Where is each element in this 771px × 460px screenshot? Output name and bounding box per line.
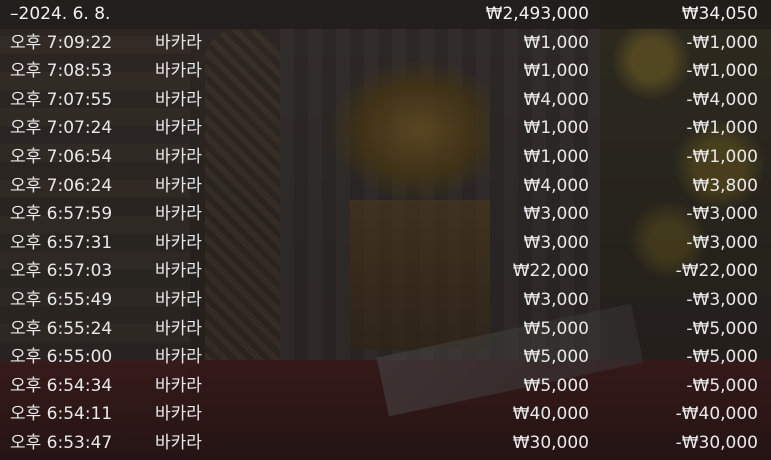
history-row[interactable]: 오후 7:08:53 바카라 ₩1,000 -₩1,000 xyxy=(0,57,771,86)
history-row[interactable]: 오후 7:06:24 바카라 ₩4,000 ₩3,800 xyxy=(0,172,771,201)
row-game: 바카라 xyxy=(155,347,202,368)
row-result: ₩3,800 xyxy=(692,175,758,196)
row-bet: ₩1,000 xyxy=(523,32,589,53)
row-time: 오후 6:55:00 xyxy=(10,347,113,368)
row-result: -₩3,000 xyxy=(686,204,758,225)
row-game: 바카라 xyxy=(155,261,202,282)
row-time: 오후 7:07:55 xyxy=(10,89,113,110)
row-game: 바카라 xyxy=(155,89,202,110)
row-bet: ₩5,000 xyxy=(523,347,589,368)
history-row[interactable]: 오후 7:07:24 바카라 ₩1,000 -₩1,000 xyxy=(0,114,771,143)
row-time: 오후 6:55:24 xyxy=(10,318,113,339)
row-bet: ₩5,000 xyxy=(523,318,589,339)
row-time: 오후 6:57:59 xyxy=(10,204,113,225)
history-row[interactable]: 오후 6:57:03 바카라 ₩22,000 -₩22,000 xyxy=(0,257,771,286)
history-row[interactable]: 오후 6:55:00 바카라 ₩5,000 -₩5,000 xyxy=(0,343,771,372)
row-bet: ₩1,000 xyxy=(523,118,589,139)
row-game: 바카라 xyxy=(155,404,202,425)
history-row[interactable]: 오후 7:07:55 바카라 ₩4,000 -₩4,000 xyxy=(0,86,771,115)
row-result: -₩3,000 xyxy=(686,290,758,310)
row-bet: ₩1,000 xyxy=(523,147,589,167)
total-result: ₩34,050 xyxy=(681,4,758,24)
row-result: -₩22,000 xyxy=(675,261,758,282)
row-bet: ₩22,000 xyxy=(512,261,589,282)
row-time: 오후 7:09:22 xyxy=(10,32,113,53)
total-bet: ₩2,493,000 xyxy=(485,4,589,24)
row-game: 바카라 xyxy=(155,32,202,53)
row-time: 오후 6:57:03 xyxy=(10,261,113,282)
history-row[interactable]: 오후 6:54:34 바카라 ₩5,000 -₩5,000 xyxy=(0,372,771,401)
row-time: 오후 6:54:34 xyxy=(10,375,113,396)
row-time: 오후 6:53:47 xyxy=(10,433,113,453)
history-row[interactable]: 오후 6:53:47 바카라 ₩30,000 -₩30,000 xyxy=(0,429,771,458)
row-bet: ₩3,000 xyxy=(523,204,589,225)
row-game: 바카라 xyxy=(155,118,202,139)
history-row[interactable]: 오후 6:54:11 바카라 ₩40,000 -₩40,000 xyxy=(0,400,771,429)
date-label: –2024. 6. 8. xyxy=(10,4,111,24)
row-time: 오후 7:08:53 xyxy=(10,61,113,82)
row-result: -₩3,000 xyxy=(686,232,758,253)
row-game: 바카라 xyxy=(155,175,202,196)
history-row[interactable]: 오후 6:55:49 바카라 ₩3,000 -₩3,000 xyxy=(0,286,771,315)
row-game: 바카라 xyxy=(155,232,202,253)
row-result: -₩4,000 xyxy=(686,89,758,110)
history-row[interactable]: 오후 6:55:24 바카라 ₩5,000 -₩5,000 xyxy=(0,315,771,344)
row-result: -₩5,000 xyxy=(686,347,758,368)
row-time: 오후 7:06:54 xyxy=(10,147,113,167)
row-bet: ₩4,000 xyxy=(523,89,589,110)
row-game: 바카라 xyxy=(155,147,202,167)
row-result: -₩40,000 xyxy=(675,404,758,425)
row-result: -₩1,000 xyxy=(686,32,758,53)
row-time: 오후 7:07:24 xyxy=(10,118,113,139)
row-bet: ₩3,000 xyxy=(523,232,589,253)
row-game: 바카라 xyxy=(155,318,202,339)
row-time: 오후 7:06:24 xyxy=(10,175,113,196)
row-game: 바카라 xyxy=(155,204,202,225)
row-game: 바카라 xyxy=(155,433,202,453)
row-time: 오후 6:55:49 xyxy=(10,290,113,310)
row-result: -₩1,000 xyxy=(686,61,758,82)
row-time: 오후 6:57:31 xyxy=(10,232,113,253)
row-game: 바카라 xyxy=(155,61,202,82)
history-row[interactable]: 오후 7:09:22 바카라 ₩1,000 -₩1,000 xyxy=(0,29,771,58)
row-result: -₩5,000 xyxy=(686,375,758,396)
row-bet: ₩30,000 xyxy=(512,433,589,453)
history-row[interactable]: 오후 6:57:59 바카라 ₩3,000 -₩3,000 xyxy=(0,200,771,229)
row-result: -₩1,000 xyxy=(686,147,758,167)
row-result: -₩30,000 xyxy=(675,433,758,453)
row-bet: ₩40,000 xyxy=(512,404,589,425)
row-game: 바카라 xyxy=(155,290,202,310)
history-row[interactable]: 오후 7:06:54 바카라 ₩1,000 -₩1,000 xyxy=(0,143,771,172)
row-bet: ₩1,000 xyxy=(523,61,589,82)
row-result: -₩1,000 xyxy=(686,118,758,139)
row-bet: ₩5,000 xyxy=(523,375,589,396)
row-time: 오후 6:54:11 xyxy=(10,404,113,425)
date-summary-row[interactable]: –2024. 6. 8. ₩2,493,000 ₩34,050 xyxy=(0,0,771,29)
row-bet: ₩4,000 xyxy=(523,175,589,196)
bet-history-list: –2024. 6. 8. ₩2,493,000 ₩34,050 오후 7:09:… xyxy=(0,0,771,460)
row-game: 바카라 xyxy=(155,375,202,396)
row-result: -₩5,000 xyxy=(686,318,758,339)
row-bet: ₩3,000 xyxy=(523,290,589,310)
history-row[interactable]: 오후 6:57:31 바카라 ₩3,000 -₩3,000 xyxy=(0,229,771,258)
